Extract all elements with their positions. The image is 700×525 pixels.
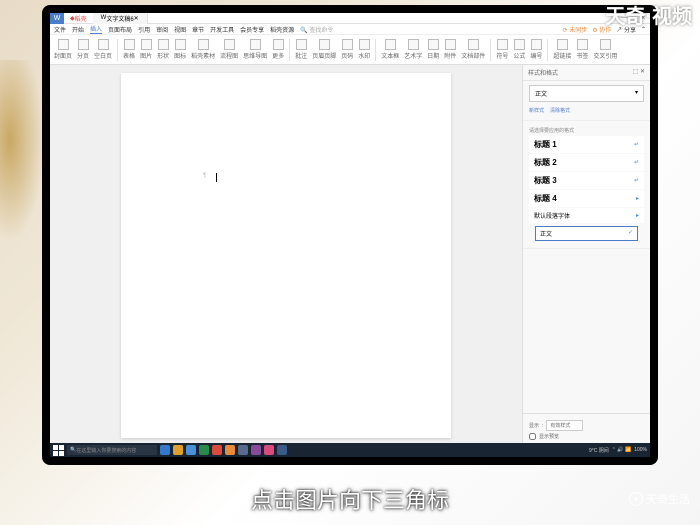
text-cursor xyxy=(216,173,217,182)
ribbon-parts[interactable]: 文档部件 xyxy=(461,39,485,60)
ribbon-crossref[interactable]: 交叉引用 xyxy=(593,39,617,60)
ribbon-date[interactable]: 日期 xyxy=(427,39,439,60)
ribbon-table[interactable]: 表格 xyxy=(123,39,135,60)
tray-icons[interactable]: ⌃ 🔊 📶 xyxy=(612,447,631,453)
weather-widget[interactable]: 9°C 阴间 xyxy=(589,447,609,454)
current-style-select[interactable]: 正文▾ xyxy=(529,85,644,102)
clear-format-link[interactable]: 清除格式 xyxy=(550,107,570,114)
taskbar-app-icon[interactable] xyxy=(264,445,274,455)
ribbon-picture[interactable]: 图片 xyxy=(140,39,152,60)
ribbon-cover[interactable]: 封面页 xyxy=(54,39,72,60)
panel-title: 样式和格式 xyxy=(528,68,558,77)
ribbon-comment[interactable]: 批注 xyxy=(295,39,307,60)
taskbar-app-icon[interactable] xyxy=(238,445,248,455)
ribbon-number[interactable]: 编号 xyxy=(530,39,542,60)
ribbon-icons[interactable]: 图标 xyxy=(174,39,186,60)
chevron-down-icon: ▾ xyxy=(635,89,638,98)
menu-search[interactable]: 🔍 查找命令 xyxy=(300,25,333,34)
ribbon-mindmap[interactable]: 思维导图 xyxy=(243,39,267,60)
title-bar: W ◆ 稻壳 W 文字文稿6 ✕ ? — □ ✕ xyxy=(50,13,650,24)
taskbar-app-icon[interactable] xyxy=(251,445,261,455)
tab-document[interactable]: W 文字文稿6 ✕ xyxy=(93,13,148,24)
taskbar-app-icon[interactable] xyxy=(186,445,196,455)
check-icon: ↵ xyxy=(634,159,639,166)
taskbar-apps xyxy=(160,445,287,455)
start-button[interactable] xyxy=(53,445,64,456)
ribbon-assets[interactable]: 稻壳素材 xyxy=(191,39,215,60)
style-heading4[interactable]: 标题 4▸ xyxy=(529,190,644,207)
ribbon-pagenum[interactable]: 页码 xyxy=(341,39,353,60)
style-heading1[interactable]: 标题 1↵ xyxy=(529,136,644,153)
style-heading2[interactable]: 标题 2↵ xyxy=(529,154,644,171)
menu-bar: 文件 开始 插入 页面布局 引用 审阅 视图 章节 开发工具 会员专享 稻壳资源… xyxy=(50,24,650,35)
ribbon-attach[interactable]: 附件 xyxy=(444,39,456,60)
ribbon-wordart[interactable]: 艺术字 xyxy=(404,39,422,60)
menu-home[interactable]: 开始 xyxy=(72,25,84,34)
paragraph-mark-icon: ¶ xyxy=(203,173,206,179)
ribbon-flowchart[interactable]: 流程图 xyxy=(220,39,238,60)
watermark-top: 天奇·视频 xyxy=(605,0,692,29)
sync-status[interactable]: ⟳ 未同步 xyxy=(563,25,588,34)
taskbar-app-icon[interactable] xyxy=(277,445,287,455)
menu-member[interactable]: 会员专享 xyxy=(240,25,264,34)
taskbar-app-icon[interactable] xyxy=(160,445,170,455)
style-body-input[interactable]: 正文✓ xyxy=(535,226,638,241)
wps-logo-icon[interactable]: W xyxy=(50,13,64,24)
menu-devtools[interactable]: 开发工具 xyxy=(210,25,234,34)
ribbon-toolbar: 封面页 分页 空白页 表格 图片 形状 图标 稻壳素材 流程图 思维导图 更多 … xyxy=(50,35,650,65)
ribbon-hyperlink[interactable]: 超链接 xyxy=(553,39,571,60)
style-default-font[interactable]: 默认段落字体▸ xyxy=(529,208,644,223)
styles-panel: 样式和格式 ⬚ ✕ 正文▾ 新样式 清除格式 请选择要应用的格式 标题 1↵ 标… xyxy=(522,65,650,446)
arrow-icon: ▸ xyxy=(636,212,639,219)
new-style-link[interactable]: 新样式 xyxy=(529,107,544,114)
tab-home[interactable]: ◆ 稻壳 xyxy=(64,13,93,24)
ribbon-equation[interactable]: 公式 xyxy=(513,39,525,60)
taskbar-search[interactable]: 🔍 在这里输入你要搜索的内容 xyxy=(67,445,157,455)
screen: W ◆ 稻壳 W 文字文稿6 ✕ ? — □ ✕ 文件 开始 插入 页面布局 引… xyxy=(50,13,650,457)
video-caption: 点击图片向下三角标 xyxy=(0,483,700,515)
menu-layout[interactable]: 页面布局 xyxy=(108,25,132,34)
ribbon-shapes[interactable]: 形状 xyxy=(157,39,169,60)
zoom-level[interactable]: 100% xyxy=(634,447,647,453)
ribbon-headerfooter[interactable]: 页眉页脚 xyxy=(312,39,336,60)
menu-resources[interactable]: 稻壳资源 xyxy=(270,25,294,34)
ribbon-symbol[interactable]: 符号 xyxy=(496,39,508,60)
preview-checkbox[interactable] xyxy=(529,433,536,440)
windows-taskbar: 🔍 在这里输入你要搜索的内容 9°C 阴间 ⌃ 🔊 📶 100% xyxy=(50,443,650,457)
ribbon-more[interactable]: 更多 xyxy=(272,39,284,60)
document-page[interactable]: ¶ xyxy=(121,73,451,438)
menu-review[interactable]: 审阅 xyxy=(156,25,168,34)
menu-view[interactable]: 视图 xyxy=(174,25,186,34)
ribbon-textbox[interactable]: 文本框 xyxy=(381,39,399,60)
arrow-icon: ▸ xyxy=(636,195,639,202)
check-icon: ↵ xyxy=(634,177,639,184)
ribbon-bookmark[interactable]: 书签 xyxy=(576,39,588,60)
menu-sections[interactable]: 章节 xyxy=(192,25,204,34)
menu-references[interactable]: 引用 xyxy=(138,25,150,34)
taskbar-app-icon[interactable] xyxy=(212,445,222,455)
menu-file[interactable]: 文件 xyxy=(54,25,66,34)
ribbon-watermark[interactable]: 水印 xyxy=(358,39,370,60)
taskbar-app-icon[interactable] xyxy=(225,445,235,455)
taskbar-app-icon[interactable] xyxy=(173,445,183,455)
style-heading3[interactable]: 标题 3↵ xyxy=(529,172,644,189)
document-area[interactable]: ¶ xyxy=(50,65,522,446)
ribbon-blank[interactable]: 空白页 xyxy=(94,39,112,60)
menu-insert[interactable]: 插入 xyxy=(90,24,102,34)
panel-hint: 请选择要应用的格式 xyxy=(529,125,644,136)
show-select[interactable]: 有效样式 xyxy=(546,420,583,431)
monitor-frame: W ◆ 稻壳 W 文字文稿6 ✕ ? — □ ✕ 文件 开始 插入 页面布局 引… xyxy=(42,5,658,465)
check-icon: ↵ xyxy=(634,141,639,148)
taskbar-app-icon[interactable] xyxy=(199,445,209,455)
panel-footer: 显示: 有效样式 显示预览 xyxy=(523,413,650,446)
ribbon-pagebreak[interactable]: 分页 xyxy=(77,39,89,60)
panel-close-icon[interactable]: ⬚ ✕ xyxy=(633,68,645,77)
